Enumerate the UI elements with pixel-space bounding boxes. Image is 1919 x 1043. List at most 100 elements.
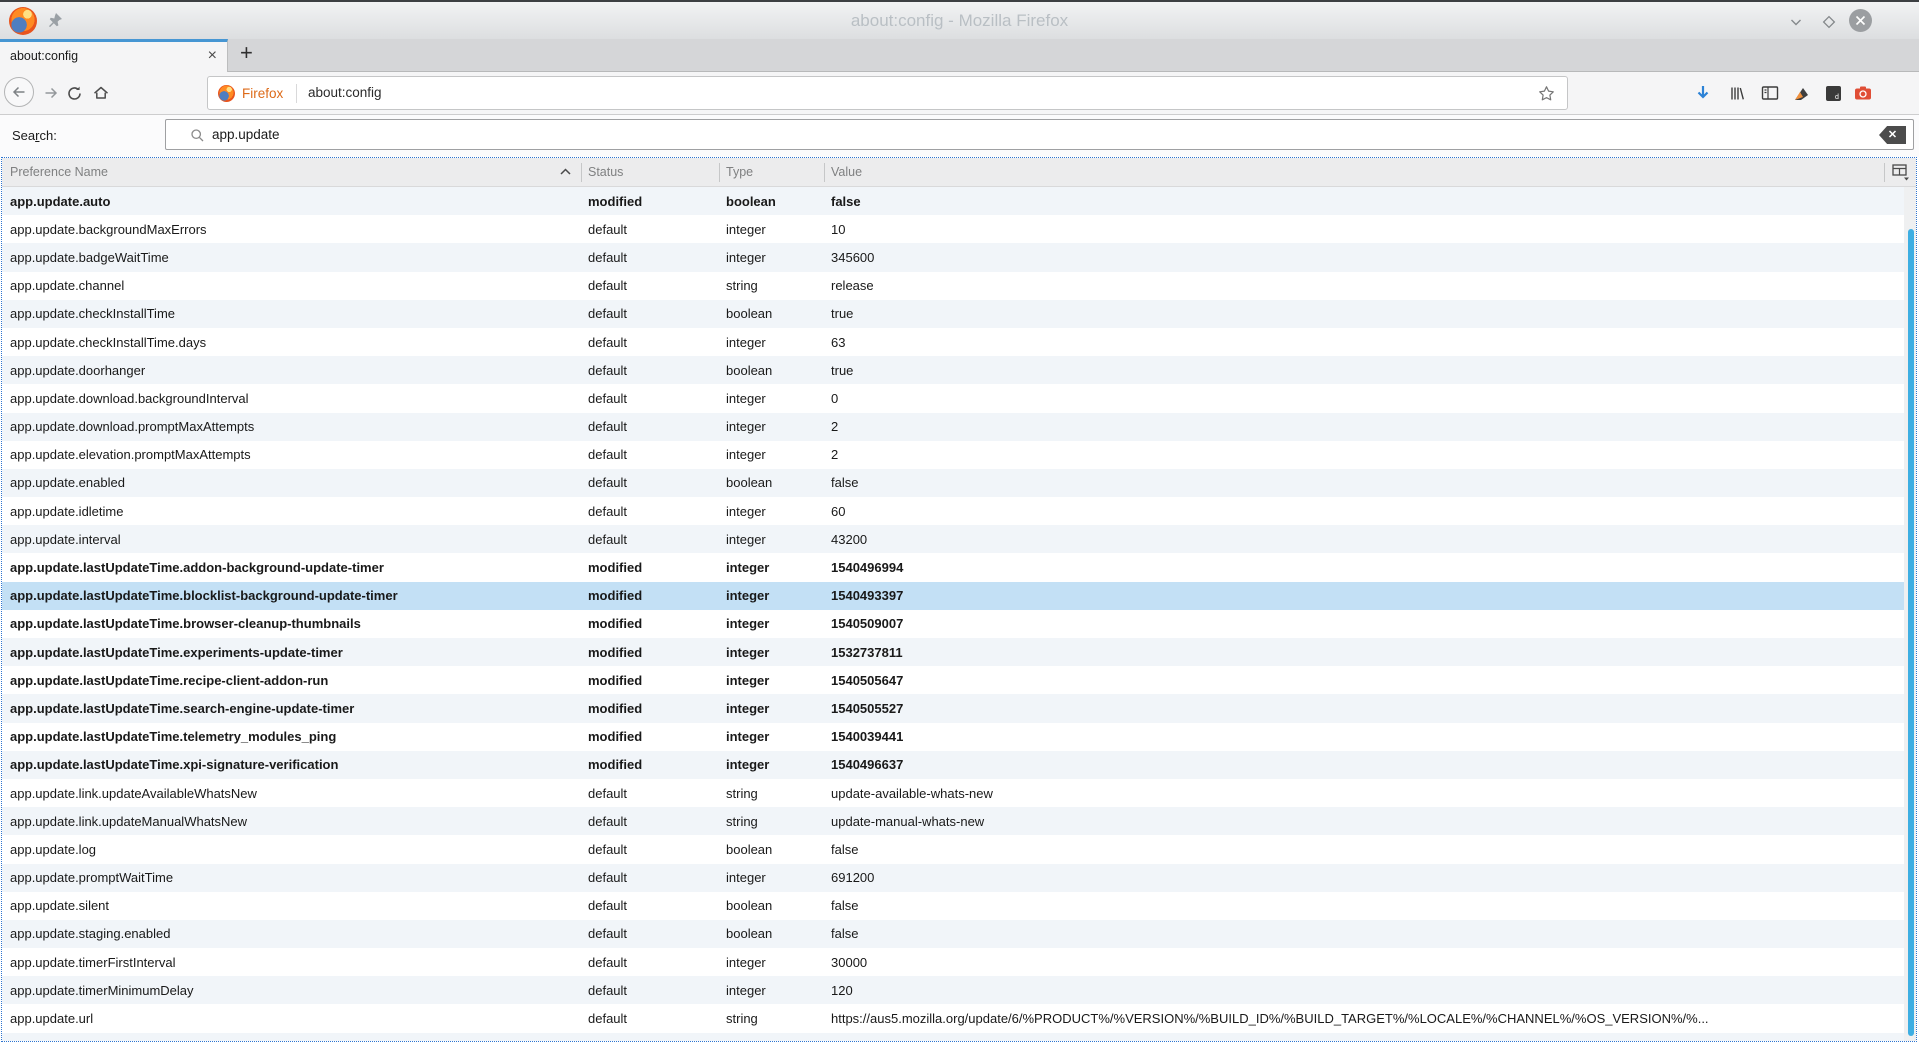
maximize-button[interactable]	[1817, 10, 1841, 34]
table-row[interactable]: app.update.lastUpdateTime.browser-cleanu…	[2, 610, 1904, 638]
cell-status: default	[588, 926, 628, 942]
minimize-button[interactable]	[1784, 10, 1808, 34]
back-button[interactable]	[4, 77, 34, 107]
cell-type: integer	[726, 729, 770, 745]
table-row[interactable]: app.update.badgeWaitTime default integer 34…	[2, 243, 1904, 272]
cell-status: modified	[588, 757, 643, 773]
forward-arrow-icon	[45, 87, 58, 99]
reload-button[interactable]	[63, 82, 85, 104]
table-row[interactable]: app.update.staging.enabled default boolean…	[2, 919, 1904, 949]
downloads-button[interactable]	[1692, 82, 1714, 104]
clear-search-button[interactable]: ✕	[1879, 126, 1906, 144]
cell-value: 1540039441	[831, 729, 904, 745]
table-row[interactable]: app.update.backgroundMaxErrors default int…	[2, 215, 1904, 243]
table-row[interactable]: app.update.link.updateManualWhatsNew defa…	[2, 807, 1904, 836]
home-button[interactable]	[90, 82, 112, 104]
table-row[interactable]: app.update.download.backgroundInterval de…	[2, 384, 1904, 412]
table-row[interactable]: app.update.auto modified boolean false	[2, 187, 1904, 216]
column-header-status[interactable]: Status	[588, 165, 623, 179]
search-icon	[191, 129, 204, 142]
table-row[interactable]: app.update.lastUpdateTime.addon-backgrou…	[2, 553, 1904, 581]
search-label: Search:	[12, 128, 57, 143]
sort-ascending-icon	[560, 168, 571, 175]
cell-type: integer	[726, 503, 766, 519]
table-row[interactable]: app.update.checkInstallTime default boolea…	[2, 299, 1904, 328]
url-bar[interactable]: Firefox about:config	[207, 76, 1568, 110]
table-row[interactable]: app.update.download.promptMaxAttempts def…	[2, 412, 1904, 441]
column-header-preference-name[interactable]: Preference Name	[10, 165, 108, 179]
cell-status: default	[588, 447, 628, 463]
cell-type: integer	[726, 588, 770, 604]
cell-status: modified	[588, 729, 643, 745]
table-row[interactable]: app.update.silent default boolean false	[2, 892, 1904, 920]
svg-text:d: d	[1835, 94, 1839, 101]
tab-about-config[interactable]: about:config ×	[0, 39, 228, 72]
table-row[interactable]: app.update.timerFirstInterval default inte…	[2, 948, 1904, 976]
column-divider	[719, 163, 720, 182]
column-divider	[581, 163, 582, 182]
column-picker-icon[interactable]	[1892, 164, 1910, 181]
close-button[interactable]	[1849, 9, 1872, 32]
cell-name: app.update.doorhanger	[10, 362, 146, 378]
table-row[interactable]: app.update.channel default string release	[2, 272, 1904, 300]
table-row[interactable]: app.update.lastUpdateTime.experiments-up…	[2, 638, 1904, 667]
cell-status: default	[588, 278, 628, 294]
cell-value: 0	[831, 390, 839, 406]
table-row[interactable]: app.update.log default boolean false	[2, 835, 1904, 863]
bookmark-star-icon[interactable]	[1538, 85, 1555, 102]
table-row[interactable]: app.update.promptWaitTime default integer 6…	[2, 863, 1904, 892]
cell-status: default	[588, 785, 628, 801]
table-row[interactable]: app.update.interval default integer 43200	[2, 525, 1904, 554]
reload-icon	[67, 86, 81, 100]
table-row[interactable]: app.update.idletime default integer 60	[2, 497, 1904, 525]
cell-type: boolean	[726, 475, 773, 491]
cell-status: default	[588, 503, 628, 519]
cell-value: 1540496994	[831, 560, 904, 576]
cell-type: integer	[726, 334, 766, 350]
cell-value: 1532737811	[831, 644, 903, 660]
cell-name: app.update.silent	[10, 898, 110, 914]
screenshot-camera-button[interactable]	[1852, 82, 1874, 104]
table-row[interactable]: app.update.lastUpdateTime.telemetry_modu…	[2, 723, 1904, 751]
cell-name: app.update.lastUpdateTime.addon-backgrou…	[10, 560, 384, 576]
column-header-value[interactable]: Value	[831, 165, 862, 179]
table-row[interactable]: app.update.lastUpdateTime.search-engine-…	[2, 694, 1904, 723]
scrollbar-thumb[interactable]	[1908, 229, 1914, 1036]
table-row[interactable]: app.update.url default string https://aus5.…	[2, 1004, 1904, 1032]
cell-value: 1540496637	[831, 757, 904, 773]
library-button[interactable]	[1726, 82, 1748, 104]
cell-type: integer	[726, 672, 770, 688]
extension-dark-button[interactable]: d	[1822, 82, 1844, 104]
diamond-icon	[1822, 15, 1836, 29]
cell-name: app.update.link.updateAvailableWhatsNew	[10, 785, 257, 801]
cell-type: string	[726, 1011, 758, 1027]
table-row[interactable]: app.update.enabled default boolean false	[2, 468, 1904, 498]
cell-value: 2	[831, 419, 839, 435]
search-input[interactable]: app.update ✕	[165, 119, 1914, 150]
table-row[interactable]: app.update.lastUpdateTime.blocklist-back…	[2, 581, 1904, 610]
tab-close-icon[interactable]: ×	[208, 46, 217, 66]
new-tab-button[interactable]: +	[240, 40, 253, 66]
forward-button[interactable]	[40, 82, 62, 104]
table-row[interactable]: app.update.doorhanger default boolean true	[2, 356, 1904, 385]
cell-type: boolean	[726, 898, 773, 914]
table-row[interactable]: app.update.timerMinimumDelay default integ…	[2, 976, 1904, 1005]
cell-status: default	[588, 221, 628, 237]
site-identity[interactable]: Firefox	[218, 85, 283, 102]
url-text: about:config	[308, 85, 382, 100]
cell-name: app.update.staging.enabled	[10, 926, 171, 942]
cell-type: integer	[726, 982, 766, 998]
cell-type: boolean	[726, 193, 776, 209]
cell-value: 63	[831, 334, 846, 350]
sidebar-button[interactable]	[1759, 82, 1781, 104]
cell-status: default	[588, 813, 628, 829]
table-row[interactable]: app.update.checkInstallTime.days default i…	[2, 328, 1904, 356]
extension-fox-button[interactable]	[1790, 82, 1812, 104]
table-row[interactable]: app.update.lastUpdateTime.xpi-signature-…	[2, 750, 1904, 779]
table-row[interactable]: app.update.link.updateAvailableWhatsNew d…	[2, 779, 1904, 807]
table-row[interactable]: app.update.elevation.promptMaxAttempts de…	[2, 441, 1904, 469]
column-header-type[interactable]: Type	[726, 165, 753, 179]
table-row[interactable]: app.update.url.manualdefaultstringhttps:…	[2, 1032, 1904, 1041]
cell-type: integer	[726, 419, 766, 435]
table-row[interactable]: app.update.lastUpdateTime.recipe-client-…	[2, 666, 1904, 694]
